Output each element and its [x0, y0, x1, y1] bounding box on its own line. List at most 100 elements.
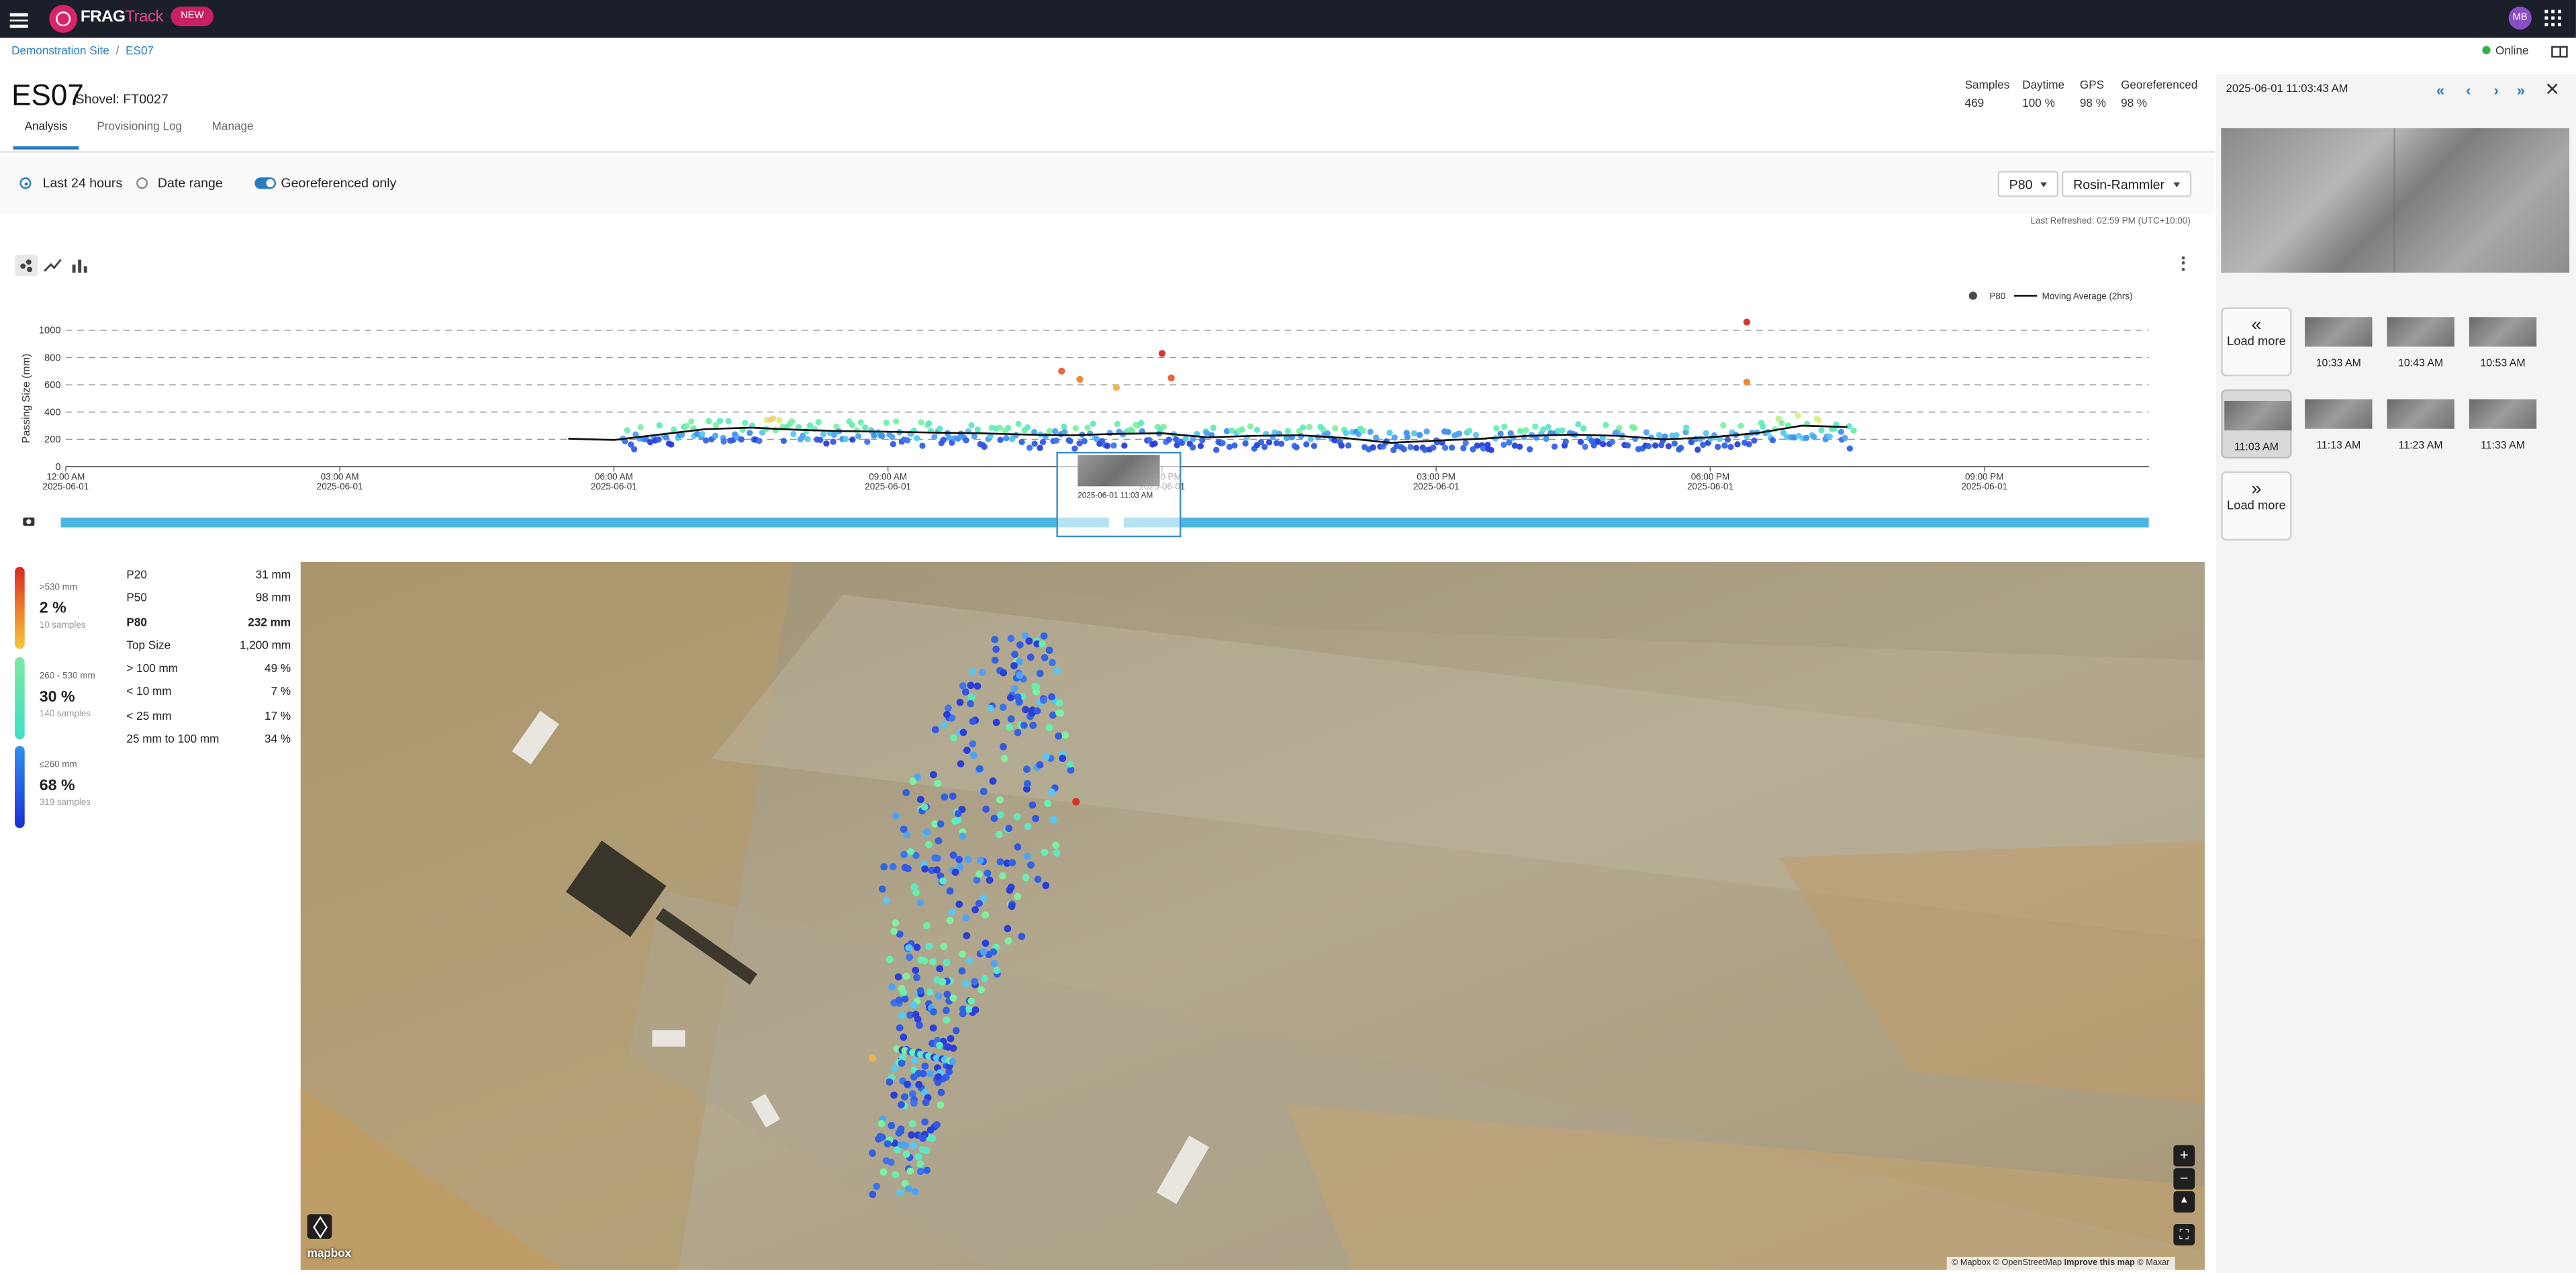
- map-sample-point: [1061, 731, 1069, 739]
- model-select[interactable]: Rosin-Rammler: [2061, 171, 2191, 197]
- map-sample-point: [916, 899, 924, 907]
- line-view-button[interactable]: [41, 254, 64, 276]
- size-stats-table: P20 31 mm P50 98 mm P80 232 mm Top Size 1,20…: [126, 570, 291, 758]
- map-sample-point: [981, 975, 989, 982]
- app-brand[interactable]: FRAGTrack: [81, 8, 164, 26]
- map-sample-point: [880, 863, 888, 871]
- map-sample-point: [1016, 671, 1023, 679]
- previous-image-button[interactable]: ‹: [2466, 82, 2471, 98]
- fullscreen-button[interactable]: ⛶: [2173, 1224, 2195, 1245]
- map-sample-point: [890, 927, 898, 935]
- chart-point: [655, 436, 662, 443]
- map-sample-point: [911, 1188, 919, 1196]
- breadcrumb-site-link[interactable]: Demonstration Site: [11, 46, 109, 58]
- map-sample-point: [947, 1035, 955, 1043]
- map-sample-point: [1005, 824, 1013, 833]
- thumbnail-card[interactable]: 11:23 AM: [2385, 389, 2456, 459]
- map-sample-point: [956, 698, 964, 706]
- tab-manage[interactable]: Manage: [212, 122, 254, 133]
- map-sample-point: [931, 726, 939, 734]
- menu-icon[interactable]: [9, 10, 28, 28]
- zoom-in-button[interactable]: +: [2173, 1145, 2195, 1167]
- compass-button[interactable]: ▲: [2173, 1191, 2195, 1213]
- map-sample-point: [940, 943, 948, 951]
- map-sample-point: [1053, 849, 1061, 857]
- map-sample-point: [889, 863, 897, 871]
- layers-icon[interactable]: [307, 1214, 332, 1239]
- map-sample-point: [1007, 694, 1014, 702]
- first-image-button[interactable]: «: [2436, 82, 2444, 98]
- chart-point: [1247, 423, 1254, 430]
- map-sample-point: [1031, 682, 1039, 690]
- chart-point: [940, 436, 947, 443]
- chart-point: [1400, 446, 1407, 453]
- load-more-next-button[interactable]: » Load more: [2221, 471, 2292, 541]
- selected-sample-marker[interactable]: 2025-06-01 11:03 AM: [1056, 451, 1182, 538]
- chart-point: [1242, 440, 1249, 447]
- next-image-button[interactable]: ›: [2494, 82, 2499, 98]
- chart-point: [1673, 432, 1680, 438]
- chart-point: [1652, 442, 1659, 449]
- chart-point: [815, 418, 822, 426]
- bar-view-button[interactable]: [67, 254, 90, 276]
- thumbnail-card[interactable]: 11:33 AM: [2467, 389, 2538, 459]
- chart-point: [1219, 440, 1226, 446]
- user-avatar[interactable]: MB: [2508, 6, 2532, 30]
- chart-point: [776, 416, 783, 424]
- map-sample-point: [930, 771, 937, 779]
- camera-icon[interactable]: [23, 517, 35, 526]
- tab-provisioning-log[interactable]: Provisioning Log: [97, 122, 182, 133]
- map-sample-point: [900, 851, 908, 859]
- chart-point: [918, 419, 924, 426]
- thumbnail-card[interactable]: 10:43 AM: [2385, 308, 2456, 377]
- timeline-track-left[interactable]: [60, 517, 1109, 528]
- map-sample-point: [943, 1016, 951, 1024]
- map-sample-point: [878, 885, 886, 893]
- breadcrumb-current-link[interactable]: ES07: [126, 46, 154, 58]
- chart-point: [1266, 439, 1273, 446]
- map-sample-point: [933, 866, 941, 874]
- last-24-hours-label[interactable]: Last 24 hours: [43, 176, 123, 191]
- x-tick-label: 03:00 AM: [321, 472, 359, 482]
- map-sample-point: [1048, 659, 1056, 667]
- app-logo-icon[interactable]: [49, 5, 78, 33]
- date-range-label[interactable]: Date range: [158, 176, 223, 191]
- map-sample-point: [1045, 724, 1053, 731]
- thumbnail-card[interactable]: 10:53 AM: [2467, 308, 2538, 377]
- zoom-out-button[interactable]: −: [2173, 1168, 2195, 1190]
- map-sample-point: [919, 1135, 927, 1142]
- tab-analysis[interactable]: Analysis: [25, 122, 68, 133]
- chart-point: [1303, 441, 1310, 448]
- metric-select[interactable]: P80: [1997, 171, 2059, 197]
- radio-date-range[interactable]: [136, 177, 148, 189]
- improve-map-link[interactable]: Improve this map: [2064, 1258, 2135, 1268]
- mapbox-logo[interactable]: mapbox: [307, 1249, 352, 1260]
- thumbnail-card[interactable]: 11:13 AM: [2303, 389, 2374, 459]
- map-sample-point: [1008, 902, 1016, 910]
- map-sample-point: [890, 1091, 898, 1099]
- chart-point: [823, 440, 830, 447]
- close-panel-button[interactable]: ✕: [2544, 79, 2560, 100]
- map-sample-point: [1016, 641, 1024, 649]
- thumbnail-image: [2305, 399, 2373, 429]
- load-more-previous-button[interactable]: «Load more: [2221, 307, 2292, 377]
- scatter-view-button[interactable]: [15, 254, 38, 277]
- map-sample-point: [977, 986, 985, 994]
- apps-grid-icon[interactable]: [2544, 9, 2561, 27]
- satellite-map[interactable]: [300, 561, 2205, 1270]
- map-sample-point: [913, 974, 920, 982]
- chart-point: [811, 426, 818, 432]
- map-sample-point: [919, 1070, 927, 1078]
- map-sample-point: [959, 1010, 967, 1018]
- timeline-track-right[interactable]: [1123, 517, 2149, 528]
- thumbnail-card[interactable]: 10:33 AM: [2303, 308, 2374, 377]
- last-image-button[interactable]: »: [2517, 82, 2525, 98]
- thumbnail-card-selected[interactable]: 11:03 AM: [2221, 389, 2292, 459]
- radio-last-24-hours[interactable]: [19, 177, 32, 189]
- chart-menu-icon[interactable]: [2181, 256, 2187, 273]
- georeferenced-label[interactable]: Georeferenced only: [281, 176, 396, 191]
- map-sample-point: [943, 959, 951, 967]
- map-sample-point: [958, 967, 966, 975]
- docs-book-icon[interactable]: [2551, 46, 2568, 58]
- georeferenced-toggle[interactable]: [254, 177, 277, 189]
